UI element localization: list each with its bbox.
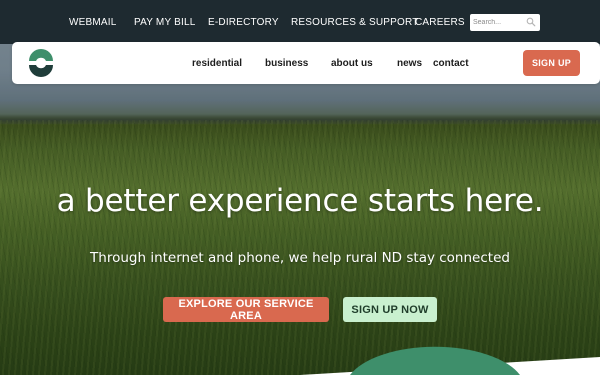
nav-link-business[interactable]: business: [265, 58, 308, 69]
utility-link-pay-my-bill[interactable]: PAY MY BILL: [134, 17, 196, 28]
utility-link-webmail[interactable]: WEBMAIL: [69, 17, 117, 28]
hero-headline: a better experience starts here.: [56, 183, 544, 219]
hero-subheadline: Through internet and phone, we help rura…: [90, 250, 510, 266]
search-icon[interactable]: [526, 17, 536, 27]
nav-link-news[interactable]: news: [397, 58, 422, 69]
sign-up-now-button[interactable]: SIGN UP NOW: [343, 297, 437, 322]
utility-link-e-directory[interactable]: E-DIRECTORY: [208, 17, 279, 28]
top-utility-bar: WEBMAIL PAY MY BILL E-DIRECTORY RESOURCE…: [0, 0, 600, 44]
nav-link-about-us[interactable]: about us: [331, 58, 373, 69]
utility-link-careers[interactable]: CAREERS: [415, 17, 465, 28]
utility-link-resources-support[interactable]: RESOURCES & SUPPORT: [291, 17, 419, 28]
search-input[interactable]: [473, 15, 529, 30]
search-box: [470, 14, 540, 31]
main-nav-bar: residential business about us news conta…: [12, 42, 600, 84]
logo-icon[interactable]: [25, 47, 57, 79]
sign-up-button[interactable]: SIGN UP: [523, 50, 580, 76]
nav-link-residential[interactable]: residential: [192, 58, 242, 69]
explore-service-area-button[interactable]: EXPLORE OUR SERVICE AREA: [163, 297, 329, 322]
nav-link-contact[interactable]: contact: [433, 58, 469, 69]
